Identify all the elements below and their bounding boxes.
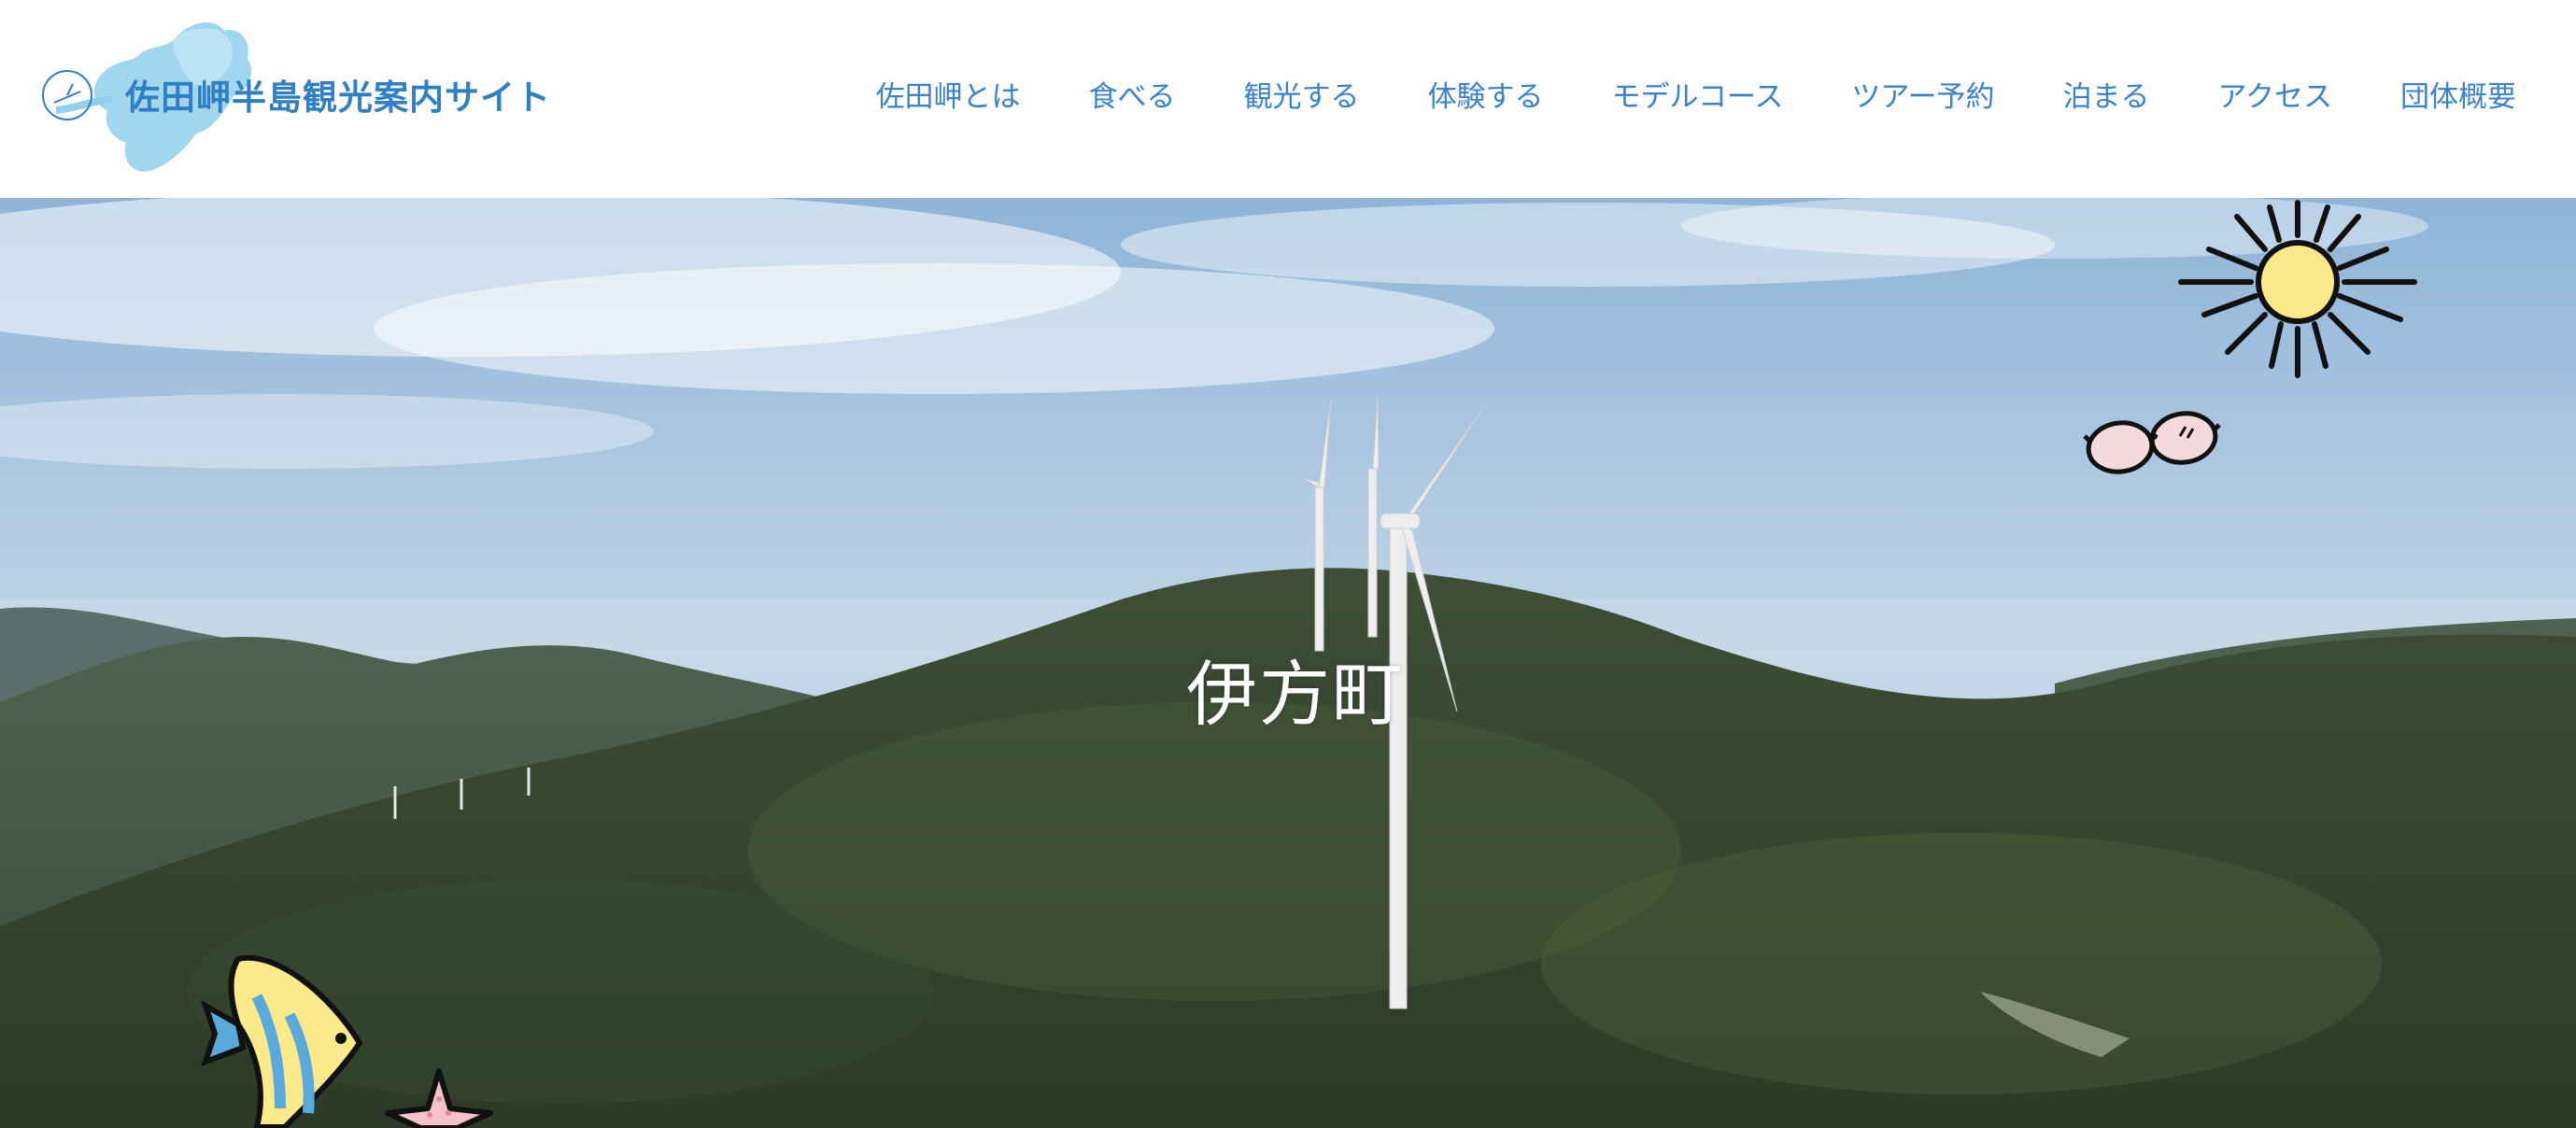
nav-item-organization[interactable]: 団体概要 bbox=[2400, 73, 2516, 115]
sunglasses-icon bbox=[2083, 411, 2221, 474]
nav-item-model-course[interactable]: モデルコース bbox=[1612, 73, 1784, 115]
nav-item-stay[interactable]: 泊まる bbox=[2063, 73, 2150, 115]
hero-title: 伊方町 bbox=[1186, 653, 1405, 736]
nav-item-eat[interactable]: 食べる bbox=[1089, 73, 1176, 115]
nav-item-access[interactable]: アクセス bbox=[2218, 73, 2332, 115]
site-logo[interactable]: 佐田岬半島観光案内サイト bbox=[37, 17, 579, 176]
main-nav: 佐田岬とは 食べる 観光する 体験する モデルコース ツアー予約 泊まる アクセ… bbox=[876, 73, 2516, 115]
nav-item-sightseeing[interactable]: 観光する bbox=[1244, 73, 1360, 115]
starfish-icon bbox=[385, 1068, 493, 1128]
nav-item-experience[interactable]: 体験する bbox=[1428, 73, 1544, 115]
site-title: 佐田岬半島観光案内サイト bbox=[125, 78, 551, 118]
nav-item-about[interactable]: 佐田岬とは bbox=[876, 73, 1021, 115]
site-header: 佐田岬半島観光案内サイト 佐田岬とは 食べる 観光する 体験する モデルコース … bbox=[0, 0, 2576, 198]
hero-section: 伊方町 bbox=[0, 198, 2576, 1128]
sun-icon bbox=[2178, 200, 2417, 378]
angelfish-icon bbox=[201, 954, 363, 1128]
nav-item-tour-booking[interactable]: ツアー予約 bbox=[1851, 73, 1994, 115]
